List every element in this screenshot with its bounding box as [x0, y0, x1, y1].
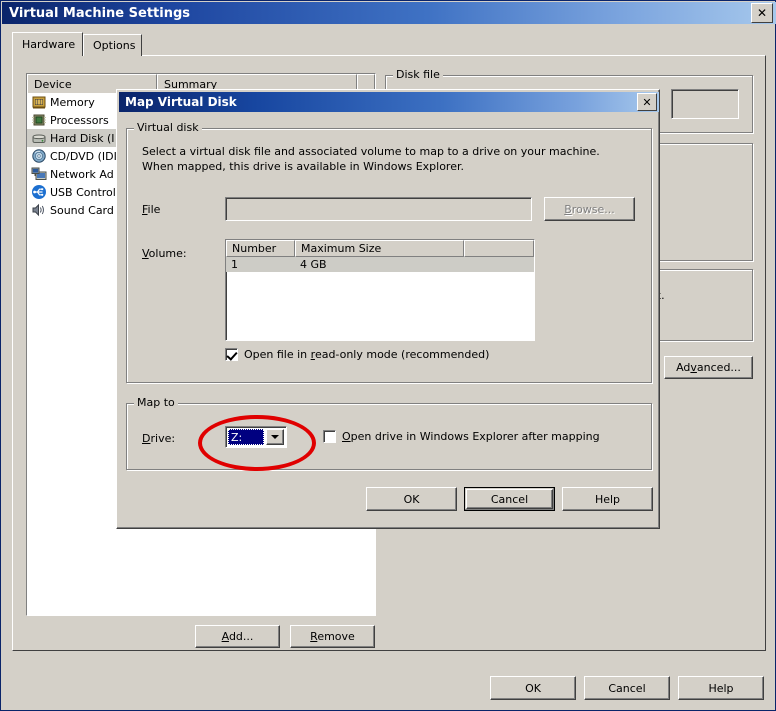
drive-letter-combobox[interactable]: Z: — [225, 426, 287, 448]
volume-list[interactable]: Number Maximum Size 1 4 GB — [225, 239, 535, 341]
tab-hardware-label: Hardware — [22, 38, 75, 51]
dialog-titlebar: Map Virtual Disk ✕ — [119, 92, 659, 112]
advanced-button[interactable]: Advanced... — [664, 356, 753, 379]
drive-label: Drive: — [142, 432, 175, 445]
main-cancel-label: Cancel — [608, 682, 645, 695]
hard-disk-icon — [31, 130, 47, 146]
device-item-label: USB Control — [50, 186, 116, 199]
volume-label: Volume: — [142, 247, 187, 260]
browse-button[interactable]: Browse... — [544, 197, 635, 221]
dialog-title: Map Virtual Disk — [119, 95, 237, 109]
open-explorer-checkbox[interactable]: Open drive in Windows Explorer after map… — [323, 430, 600, 443]
screen: Virtual Machine Settings ✕ Hardware Opti… — [0, 0, 776, 711]
checkbox-unchecked-icon — [323, 430, 336, 443]
dialog-help-button[interactable]: Help — [562, 487, 653, 511]
close-icon[interactable]: ✕ — [751, 3, 773, 23]
device-item-label: Hard Disk (I — [50, 132, 114, 145]
main-titlebar: Virtual Machine Settings ✕ — [2, 2, 776, 24]
virtual-disk-group-label: Virtual disk — [134, 122, 202, 133]
main-ok-label: OK — [525, 682, 541, 695]
device-item-label: CD/DVD (IDI — [50, 150, 117, 163]
main-ok-button[interactable]: OK — [490, 676, 576, 700]
tab-hardware[interactable]: Hardware — [12, 32, 83, 56]
dialog-description-line1: Select a virtual disk file and associate… — [142, 144, 600, 159]
file-label: File — [142, 203, 160, 216]
device-item-label: Processors — [50, 114, 109, 127]
chevron-down-icon[interactable] — [266, 429, 284, 445]
volume-list-header: Number Maximum Size — [226, 240, 534, 257]
dialog-help-label: Help — [595, 493, 620, 506]
volume-column-number[interactable]: Number — [226, 240, 295, 257]
usb-controller-icon — [31, 184, 47, 200]
volume-column-max-size[interactable]: Maximum Size — [295, 240, 464, 257]
volume-row[interactable]: 1 4 GB — [226, 257, 534, 272]
device-item-label: Memory — [50, 96, 95, 109]
dialog-ok-button[interactable]: OK — [366, 487, 457, 511]
device-item-label: Network Ad — [50, 168, 114, 181]
main-help-button[interactable]: Help — [678, 676, 764, 700]
file-input[interactable] — [225, 197, 532, 221]
network-adapter-icon — [31, 166, 47, 182]
readonly-checkbox[interactable]: Open file in read-only mode (recommended… — [225, 348, 489, 361]
readonly-checkbox-label: Open file in read-only mode (recommended… — [244, 348, 489, 361]
dialog-close-icon[interactable]: ✕ — [637, 93, 657, 111]
disk-file-group-label: Disk file — [393, 69, 443, 80]
volume-column-spacer[interactable] — [464, 240, 534, 257]
map-to-group-label: Map to — [134, 397, 178, 408]
remove-button[interactable]: Remove — [290, 625, 375, 648]
volume-cell-number: 1 — [226, 258, 295, 271]
tab-options-label: Options — [93, 39, 135, 52]
add-button[interactable]: Add... — [195, 625, 280, 648]
checkbox-checked-icon — [225, 348, 238, 361]
dialog-cancel-label: Cancel — [491, 493, 528, 506]
memory-icon — [31, 94, 47, 110]
dialog-ok-label: OK — [404, 493, 420, 506]
sound-card-icon — [31, 202, 47, 218]
window-title: Virtual Machine Settings — [2, 6, 190, 21]
open-explorer-checkbox-label: Open drive in Windows Explorer after map… — [342, 430, 600, 443]
dialog-cancel-button[interactable]: Cancel — [464, 487, 555, 511]
main-help-label: Help — [708, 682, 733, 695]
tab-options[interactable]: Options — [83, 34, 142, 56]
processor-icon — [31, 112, 47, 128]
map-virtual-disk-dialog: Map Virtual Disk ✕ Virtual disk Select a… — [116, 89, 660, 529]
cd-dvd-icon — [31, 148, 47, 164]
dialog-description-line2: When mapped, this drive is available in … — [142, 159, 464, 174]
disk-file-value-field[interactable] — [671, 89, 739, 119]
device-item-label: Sound Card — [50, 204, 114, 217]
main-cancel-button[interactable]: Cancel — [584, 676, 670, 700]
volume-cell-max-size: 4 GB — [295, 258, 464, 271]
drive-letter-selected-value: Z: — [228, 429, 264, 445]
